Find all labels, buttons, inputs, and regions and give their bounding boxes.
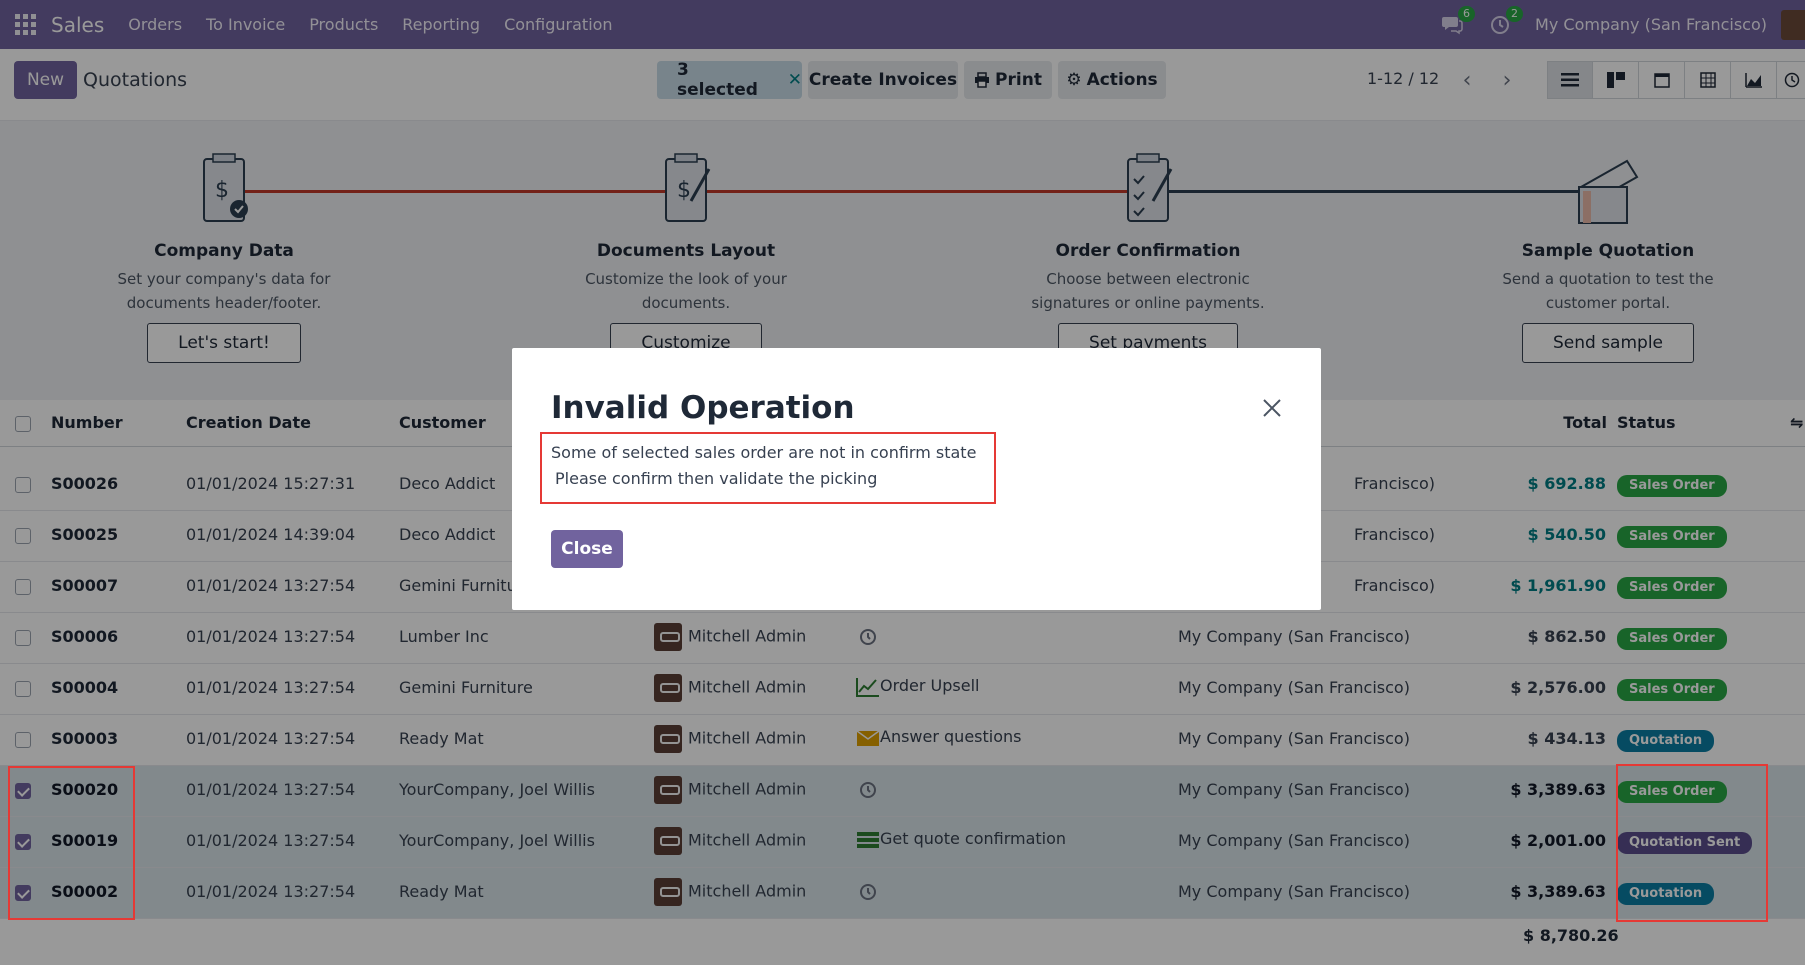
invalid-operation-dialog: Invalid Operation Some of selected sales…: [512, 348, 1321, 610]
close-button[interactable]: Close: [551, 530, 623, 568]
selection-highlight-box: [8, 766, 135, 920]
dialog-message-line: Some of selected sales order are not in …: [551, 443, 977, 462]
close-icon[interactable]: [1260, 396, 1284, 420]
dialog-title: Invalid Operation: [551, 390, 855, 426]
dialog-message: Some of selected sales order are not in …: [551, 440, 976, 492]
status-highlight-box: [1616, 764, 1768, 922]
dialog-message-line: Please confirm then validate the picking: [555, 469, 878, 488]
